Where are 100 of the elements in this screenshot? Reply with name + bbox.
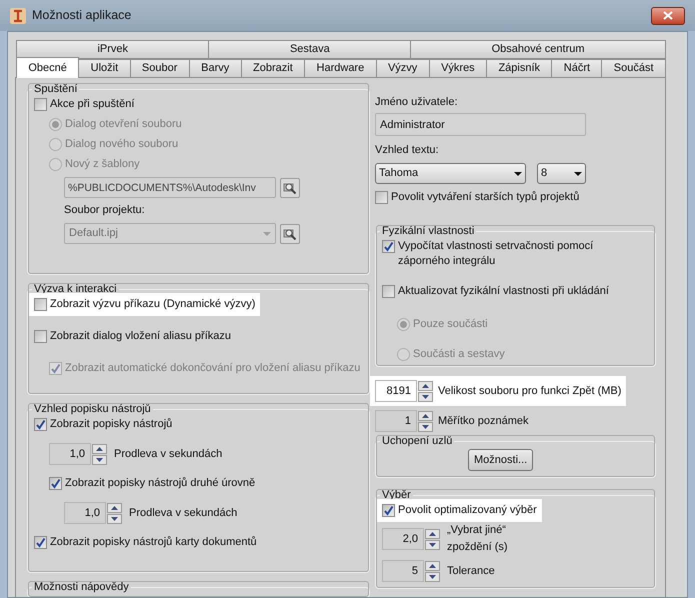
spin-up-button[interactable]	[107, 502, 122, 512]
group-title: Výběr	[381, 488, 412, 503]
number-field[interactable]: 5	[382, 560, 424, 582]
up-arrow-icon	[422, 384, 429, 388]
field-label: Měřítko poznámek	[438, 414, 528, 428]
number-field[interactable]: 1,0	[64, 502, 106, 524]
down-arrow-icon	[422, 424, 429, 428]
field-label: „Vybrat jiné“ zpoždění (s)	[447, 523, 509, 555]
tab[interactable]: Zobrazit	[240, 59, 306, 78]
spin-down-button[interactable]	[425, 540, 440, 550]
checkbox-label: Zobrazit popisky nástrojů karty dokumentů	[50, 535, 257, 550]
radio-label: Nový z šablony	[65, 157, 140, 172]
tab[interactable]: Náčrt	[551, 59, 602, 78]
tab[interactable]: Uložit	[78, 59, 131, 78]
field-label: Prodleva v sekundách	[114, 446, 222, 462]
tab[interactable]: Sestava	[208, 40, 412, 59]
radio-label: Dialog otevření souboru	[65, 117, 182, 132]
number-field[interactable]: 1	[375, 410, 417, 432]
group-title: Uchopení uzlů	[381, 434, 454, 449]
tab[interactable]: Výzvy	[376, 59, 430, 78]
spin-up-button[interactable]	[425, 528, 440, 538]
group-title: Spuštění	[33, 82, 78, 97]
checkbox-label: Zobrazit výzvu příkazu (Dynamické výzvy)	[50, 297, 256, 312]
checkbox-label: Zobrazit dialog vložení aliasu příkazu	[50, 329, 231, 344]
caret-icon	[514, 172, 522, 176]
radio-label: Dialog nového souboru	[65, 137, 178, 152]
down-arrow-icon	[96, 458, 103, 462]
number-field[interactable]: 1,0	[49, 443, 91, 465]
checkbox[interactable]	[34, 536, 47, 549]
browse-button[interactable]	[280, 224, 300, 244]
tab[interactable]: Soubor	[130, 59, 190, 78]
checkbox[interactable]	[34, 98, 47, 111]
up-arrow-icon	[422, 414, 429, 418]
magnifier-icon	[283, 226, 297, 240]
checkbox-label: Zobrazit popisky nástrojů druhé úrovně	[65, 476, 256, 491]
number-field[interactable]: 8191	[375, 380, 417, 402]
tab[interactable]: Součást	[601, 59, 666, 78]
tab[interactable]: Obecné	[16, 57, 80, 78]
field-label: Vzhled textu:	[375, 143, 440, 158]
checkbox[interactable]	[49, 477, 62, 490]
tab[interactable]: Zápisník	[486, 59, 552, 78]
up-arrow-icon	[429, 564, 436, 568]
field-label: Velikost souboru pro funkci Zpět (MB)	[438, 384, 622, 398]
spin-down-button[interactable]	[92, 454, 107, 464]
checkbox[interactable]	[375, 191, 388, 204]
spin-down-button[interactable]	[107, 514, 122, 524]
radio-label: Součásti a sestavy	[413, 347, 505, 362]
checkbox[interactable]	[34, 330, 47, 343]
spin-up-button[interactable]	[425, 560, 440, 570]
checkbox-label: Zobrazit automatické dokončování pro vložení aliasu příkazu	[65, 361, 360, 376]
app-icon	[10, 8, 26, 24]
checkbox-label: Vypočítat vlastnosti setrvačnosti pomocí záporného integrálu	[398, 239, 594, 269]
close-icon	[663, 11, 673, 20]
group-title: Možnosti nápovědy	[33, 580, 130, 595]
spin-up-button[interactable]	[418, 380, 433, 390]
up-arrow-icon	[96, 446, 103, 450]
text-field[interactable]: Administrator	[375, 113, 586, 136]
down-arrow-icon	[429, 542, 436, 546]
tab[interactable]: Obsahové centrum	[410, 40, 666, 59]
spin-up-button[interactable]	[92, 444, 107, 454]
spin-up-button[interactable]	[418, 410, 433, 420]
checkbox-label: Zobrazit popisky nástrojů	[50, 417, 172, 432]
spin-down-button[interactable]	[418, 422, 433, 432]
checkbox[interactable]	[382, 285, 395, 298]
close-button[interactable]	[651, 6, 685, 24]
caret-icon	[574, 172, 582, 176]
tab[interactable]: Hardware	[304, 59, 377, 78]
radio-label: Pouze součásti	[413, 317, 488, 332]
checkbox-label: Aktualizovat fyzikální vlastnosti při ukládání	[398, 284, 609, 299]
dropdown[interactable]: 8	[537, 163, 586, 184]
spin-down-button[interactable]	[425, 572, 440, 582]
tab[interactable]: iPrvek	[16, 40, 210, 59]
magnifier-icon	[283, 180, 297, 194]
checkbox-label: Povolit vytváření starších typů projektů	[391, 190, 580, 205]
checkbox[interactable]	[382, 504, 395, 517]
window-title: Možnosti aplikace	[32, 8, 132, 23]
caret-icon	[263, 232, 271, 236]
spin-down-button[interactable]	[418, 392, 433, 402]
field-label: Soubor projektu:	[64, 203, 146, 218]
down-arrow-icon	[429, 574, 436, 578]
number-field[interactable]: 2,0	[382, 528, 424, 550]
checkbox[interactable]	[34, 298, 47, 311]
checkbox[interactable]	[382, 240, 395, 253]
down-arrow-icon	[422, 394, 429, 398]
checkbox-label: Akce při spuštění	[50, 97, 134, 112]
field-label: Tolerance	[447, 564, 496, 578]
group-title: Výzva k interakci	[33, 282, 118, 297]
group-title: Fyzikální vlastnosti	[381, 224, 476, 239]
tab[interactable]: Barvy	[188, 59, 242, 78]
browse-button[interactable]	[280, 178, 300, 198]
down-arrow-icon	[111, 516, 118, 520]
up-arrow-icon	[429, 532, 436, 536]
field-label: Jméno uživatele:	[375, 95, 459, 110]
tab[interactable]: Výkres	[428, 59, 488, 78]
field-label: Prodleva v sekundách	[129, 506, 238, 520]
checkbox[interactable]	[34, 418, 47, 431]
dropdown[interactable]: Tahoma	[375, 163, 526, 184]
up-arrow-icon	[111, 506, 118, 510]
checkbox-label: Povolit optimalizovaný výběr	[398, 503, 537, 518]
options-button[interactable]: Možnosti...	[468, 449, 534, 471]
